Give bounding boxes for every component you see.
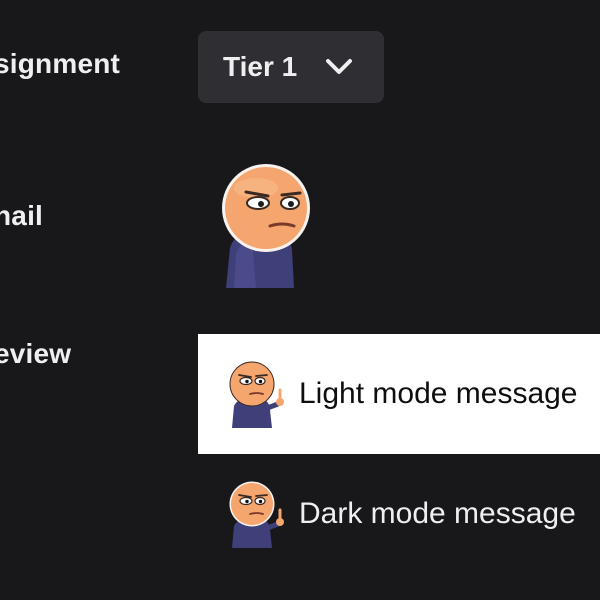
emote-thumbnail-icon — [222, 164, 310, 288]
thumbnail-label: nail — [0, 200, 44, 231]
emote-settings-page: signment nail eview Tier 1 Light mode me… — [0, 0, 600, 600]
light-mode-preview: Light mode message — [198, 334, 600, 454]
light-mode-message-text: Light mode message — [299, 377, 578, 410]
chevron-down-icon — [326, 59, 352, 74]
tier-select-dropdown[interactable]: Tier 1 — [198, 31, 384, 103]
emote-pointing-icon — [229, 481, 284, 548]
tier-assignment-label: signment — [0, 48, 121, 79]
emote-pointing-icon — [229, 361, 284, 428]
dark-mode-preview: Dark mode message — [198, 454, 600, 574]
tier-select-value: Tier 1 — [223, 51, 298, 82]
dark-mode-message-text: Dark mode message — [299, 497, 576, 530]
preview-label: eview — [0, 338, 72, 369]
